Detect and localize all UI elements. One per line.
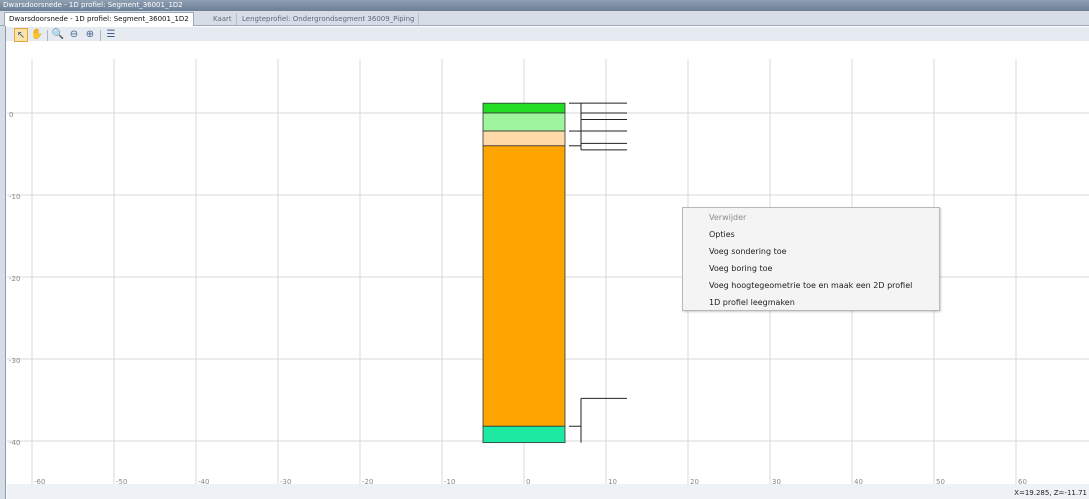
y-tick-label: -30: [9, 357, 20, 365]
zoom-out-icon[interactable]: ⊖: [67, 28, 81, 42]
zoom-in-icon[interactable]: 🔍: [51, 28, 65, 42]
y-tick-label: -10: [9, 193, 20, 201]
soil-layer: [482, 145, 566, 427]
soil-layer: [482, 425, 566, 444]
menu-item-clear-profile[interactable]: 1D profiel leegmaken: [709, 296, 795, 310]
y-tick-label: -20: [9, 275, 20, 283]
toolbar-separator: [100, 30, 101, 41]
context-menu: Verwijder Opties Voeg sondering toe Voeg…: [682, 207, 940, 311]
soil-layer: [482, 112, 566, 132]
select-arrow-icon[interactable]: ↖: [14, 28, 28, 42]
y-tick-label: -40: [9, 439, 20, 447]
menu-item-add-boring[interactable]: Voeg boring toe: [709, 262, 772, 276]
zoom-extent-icon[interactable]: ⊕: [83, 28, 97, 42]
menu-item-add-cpt[interactable]: Voeg sondering toe: [709, 245, 787, 259]
tab-length-profile[interactable]: Lengteprofiel: Ondergrondsegment 36009_P…: [238, 13, 420, 25]
tab-map[interactable]: Kaart: [209, 13, 237, 25]
window-title: Dwarsdoorsnede - 1D profiel: Segment_360…: [0, 0, 1089, 11]
menu-item-delete: Verwijder: [709, 213, 747, 222]
status-bar: [7, 484, 1089, 499]
toolbar-separator: [47, 30, 48, 41]
menu-item-add-height-geometry[interactable]: Voeg hoogtegeometrie toe en maak een 2D …: [709, 279, 912, 293]
soil-layer: [482, 102, 566, 114]
document-tab-bar: Dwarsdoorsnede - 1D profiel: Segment_360…: [0, 11, 1089, 26]
tab-cross-section[interactable]: Dwarsdoorsnede - 1D profiel: Segment_360…: [4, 12, 194, 26]
cursor-coordinates: X=19.285, Z=-11.71: [1014, 489, 1087, 497]
legend-list-icon[interactable]: ☰: [104, 28, 118, 42]
menu-item-options[interactable]: Opties: [709, 228, 735, 242]
toolbar: ↖ ✋ 🔍 ⊖ ⊕ ☰: [6, 27, 1089, 42]
soil-layer: [482, 130, 566, 147]
pan-hand-icon[interactable]: ✋: [30, 28, 44, 42]
y-tick-label: 0: [9, 111, 13, 119]
left-frame: [0, 26, 6, 499]
